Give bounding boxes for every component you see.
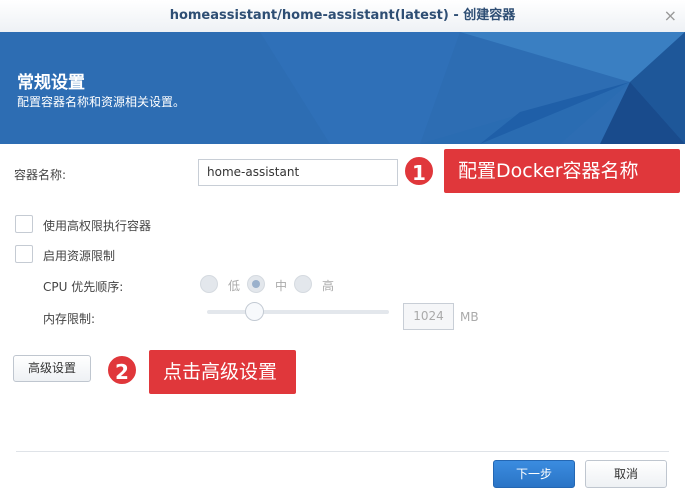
advanced-settings-button[interactable]: 高级设置: [13, 355, 91, 382]
cpu-radio-low[interactable]: [200, 275, 218, 293]
resource-limit-label: 启用资源限制: [43, 249, 116, 263]
annotation-callout: 配置Docker容器名称: [444, 149, 680, 193]
window-title: homeassistant/home-assistant(latest) - 创…: [169, 8, 516, 23]
annotation-number: 1: [403, 155, 435, 187]
next-button[interactable]: 下一步: [493, 460, 575, 488]
annotation-callout: 点击高级设置: [149, 350, 296, 394]
memory-value-input[interactable]: 1024: [403, 303, 454, 330]
cpu-option-medium: 中: [275, 279, 288, 293]
memory-unit: MB: [460, 310, 479, 324]
footer-divider: [16, 451, 669, 452]
banner-title: 常规设置: [17, 73, 85, 93]
cpu-radio-high[interactable]: [294, 275, 312, 293]
memory-slider-thumb[interactable]: [245, 302, 265, 321]
privileged-label: 使用高权限执行容器: [43, 219, 152, 233]
cancel-button[interactable]: 取消: [585, 460, 667, 488]
cpu-option-low: 低: [228, 279, 241, 293]
banner-subtitle: 配置容器名称和资源相关设置。: [17, 95, 186, 109]
memory-slider-track[interactable]: [207, 310, 389, 314]
close-icon[interactable]: ×: [664, 0, 677, 32]
container-name-label: 容器名称:: [14, 168, 67, 182]
cpu-option-high: 高: [322, 279, 335, 293]
container-name-input[interactable]: home-assistant: [198, 159, 398, 186]
window-titlebar: homeassistant/home-assistant(latest) - 创…: [0, 0, 685, 32]
cpu-radio-medium[interactable]: [247, 275, 265, 293]
header-banner: 常规设置 配置容器名称和资源相关设置。: [0, 32, 685, 144]
annotation-number: 2: [106, 354, 138, 386]
privileged-checkbox[interactable]: [15, 215, 33, 233]
resource-limit-checkbox[interactable]: [15, 245, 33, 263]
banner-background: [260, 32, 685, 144]
memory-limit-label: 内存限制:: [43, 312, 96, 326]
cpu-priority-label: CPU 优先顺序:: [43, 280, 124, 294]
